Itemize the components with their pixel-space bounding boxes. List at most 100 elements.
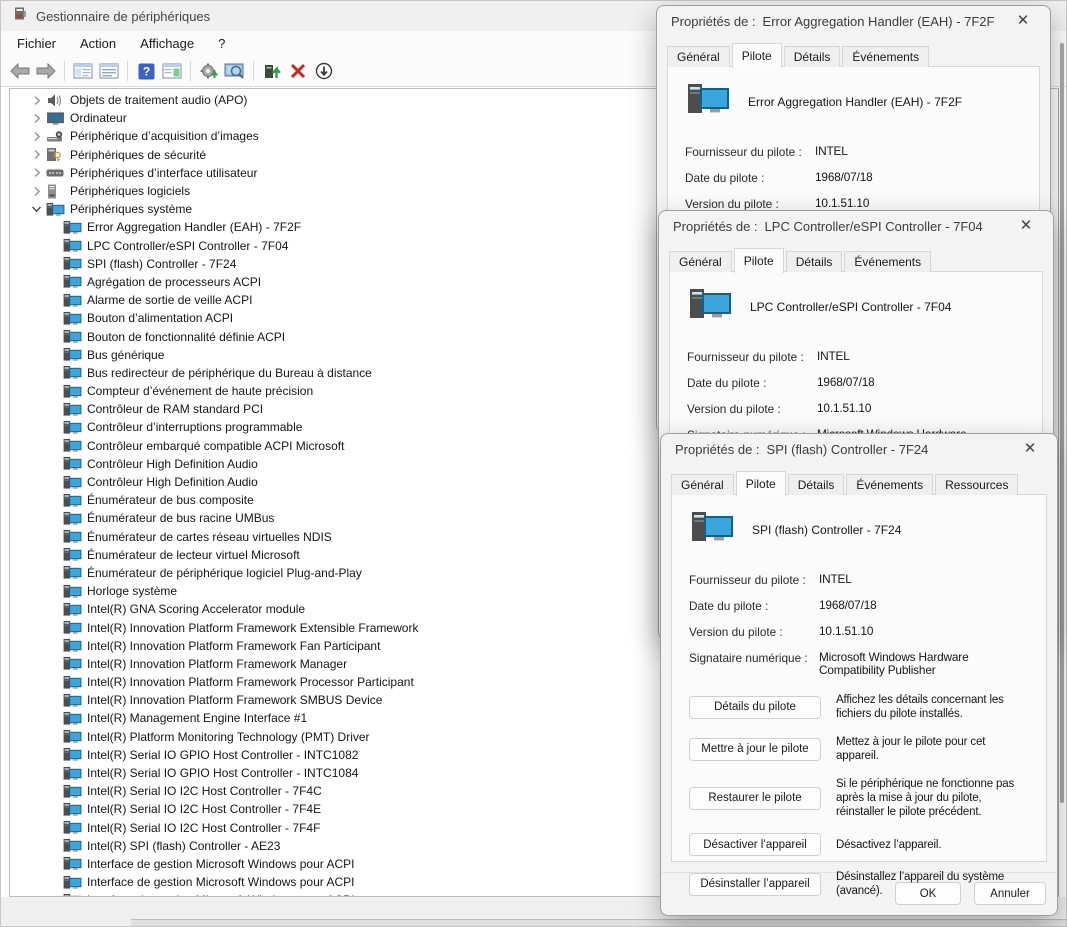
disable-device-icon[interactable] <box>311 59 337 83</box>
tree-item-label: Énumérateur de bus racine UMBus <box>86 511 274 525</box>
field-value: 10.1.51.10 <box>817 402 1025 416</box>
tree-item-label: Périphériques logiciels <box>69 184 190 198</box>
chevron-right-icon[interactable] <box>27 167 46 178</box>
tree-item-label: Intel(R) Serial IO GPIO Host Controller … <box>86 766 358 780</box>
system-device-icon <box>63 675 86 690</box>
field-value: 10.1.51.10 <box>815 197 1022 211</box>
forward-icon[interactable] <box>33 59 59 83</box>
close-icon[interactable]: ✕ <box>1017 436 1043 462</box>
uninstall-device-icon[interactable] <box>285 59 311 83</box>
console-tree-icon[interactable] <box>70 59 96 83</box>
field-label: Version du pilote : <box>685 197 815 211</box>
system-device-icon <box>63 420 86 435</box>
field-label: Fournisseur du pilote : <box>687 350 817 364</box>
system-device-icon <box>63 875 86 890</box>
menu-affichage[interactable]: Affichage <box>128 33 206 54</box>
chevron-right-icon[interactable] <box>27 113 46 124</box>
window-bottom-edge <box>131 919 1066 926</box>
tab-evenements[interactable]: Événements <box>842 46 929 67</box>
tab-evenements[interactable]: Événements <box>844 251 931 272</box>
driver-details-button[interactable]: Détails du pilote <box>689 696 821 719</box>
tab-pilote[interactable]: Pilote <box>736 471 786 496</box>
software-device-icon <box>46 184 69 199</box>
tree-item-label: Horloge système <box>86 584 177 598</box>
chevron-right-icon[interactable] <box>27 149 46 160</box>
driver-tab-page: SPI (flash) Controller - 7F24 Fournisseu… <box>671 494 1047 862</box>
tab-ressources[interactable]: Ressources <box>935 474 1018 495</box>
system-device-icon <box>63 347 86 362</box>
field-value: INTEL <box>815 145 1022 159</box>
tab-pilote[interactable]: Pilote <box>734 248 784 273</box>
device-name: SPI (flash) Controller - 7F24 <box>752 523 901 537</box>
chevron-right-icon[interactable] <box>27 95 46 106</box>
tree-item-label: Périphériques système <box>69 202 192 216</box>
system-device-icon <box>63 402 86 417</box>
help-icon[interactable]: ? <box>133 59 159 83</box>
scan-hardware-changes-icon[interactable] <box>222 59 248 83</box>
system-device-icon <box>63 620 86 635</box>
field-value: 1968/07/18 <box>815 171 1022 185</box>
field-label: Date du pilote : <box>689 599 819 613</box>
security-device-icon <box>46 147 69 162</box>
tree-item-label: Intel(R) Serial IO GPIO Host Controller … <box>86 748 358 762</box>
rollback-driver-button[interactable]: Restaurer le pilote <box>689 787 821 810</box>
disable-device-button[interactable]: Désactiver l’appareil <box>689 833 821 856</box>
tab-general[interactable]: Général <box>667 46 730 67</box>
tree-item-label: Intel(R) Serial IO I2C Host Controller -… <box>86 784 322 798</box>
system-device-icon <box>63 856 86 871</box>
system-device-icon <box>63 475 86 490</box>
tree-item-label: Ordinateur <box>69 111 127 125</box>
tree-vertical-scrollbar[interactable] <box>1060 43 1064 803</box>
back-icon[interactable] <box>7 59 33 83</box>
system-device-icon <box>63 329 86 344</box>
tab-details[interactable]: Détails <box>788 474 845 495</box>
system-device-icon <box>63 547 86 562</box>
menu-action[interactable]: Action <box>68 33 128 54</box>
add-driver-icon[interactable] <box>259 59 285 83</box>
system-device-icon <box>63 729 86 744</box>
tab-details[interactable]: Détails <box>784 46 841 67</box>
audio-processing-icon <box>46 93 69 108</box>
close-icon[interactable]: ✕ <box>1013 213 1039 239</box>
field-label: Fournisseur du pilote : <box>685 145 815 159</box>
close-icon[interactable]: ✕ <box>1010 8 1036 34</box>
field-value: INTEL <box>817 350 1025 364</box>
tab-details[interactable]: Détails <box>786 251 843 272</box>
tree-item-label: Bouton de fonctionnalité définie ACPI <box>86 330 285 344</box>
tab-pilote[interactable]: Pilote <box>732 43 782 68</box>
system-device-icon <box>63 602 86 617</box>
menu-fichier[interactable]: Fichier <box>5 33 68 54</box>
system-device-icon <box>63 311 86 326</box>
tab-evenements[interactable]: Événements <box>846 474 933 495</box>
field-label: Date du pilote : <box>687 376 817 390</box>
properties-icon[interactable] <box>96 59 122 83</box>
toolbar-separator <box>190 61 191 81</box>
tab-general[interactable]: Général <box>669 251 732 272</box>
update-driver-button[interactable]: Mettre à jour le pilote <box>689 738 821 761</box>
chevron-right-icon[interactable] <box>27 131 46 142</box>
tab-general[interactable]: Général <box>671 474 734 495</box>
dialog-tabs: Général Pilote Détails Événements <box>669 248 1043 272</box>
tree-item-label: Intel(R) SPI (flash) Controller - AE23 <box>86 839 280 853</box>
action-pane-icon[interactable] <box>159 59 185 83</box>
field-value: INTEL <box>819 573 1029 587</box>
tree-item-label: Intel(R) GNA Scoring Accelerator module <box>86 602 305 616</box>
tree-item-label: Énumérateur de périphérique logiciel Plu… <box>86 566 362 580</box>
system-device-icon <box>63 638 86 653</box>
system-device-icon <box>63 365 86 380</box>
tree-item-label: Interface de gestion Microsoft Windows p… <box>86 857 354 871</box>
menu-help[interactable]: ? <box>206 33 237 54</box>
tree-item-label: Bus générique <box>86 348 164 362</box>
chevron-down-icon[interactable] <box>27 204 46 214</box>
chevron-right-icon[interactable] <box>27 186 46 197</box>
system-device-icon <box>63 656 86 671</box>
system-device-icon <box>63 384 86 399</box>
tree-item-label: Bouton d’alimentation ACPI <box>86 311 233 325</box>
tree-item-label: Énumérateur de cartes réseau virtuelles … <box>86 530 332 544</box>
system-device-icon <box>63 820 86 835</box>
uninstall-device-button[interactable]: Désinstaller l’appareil <box>689 873 821 896</box>
update-driver-icon[interactable] <box>196 59 222 83</box>
system-device-icon <box>63 711 86 726</box>
system-device-icon <box>689 287 733 326</box>
field-value: Microsoft Windows Hardware Compatibility… <box>819 651 1029 677</box>
